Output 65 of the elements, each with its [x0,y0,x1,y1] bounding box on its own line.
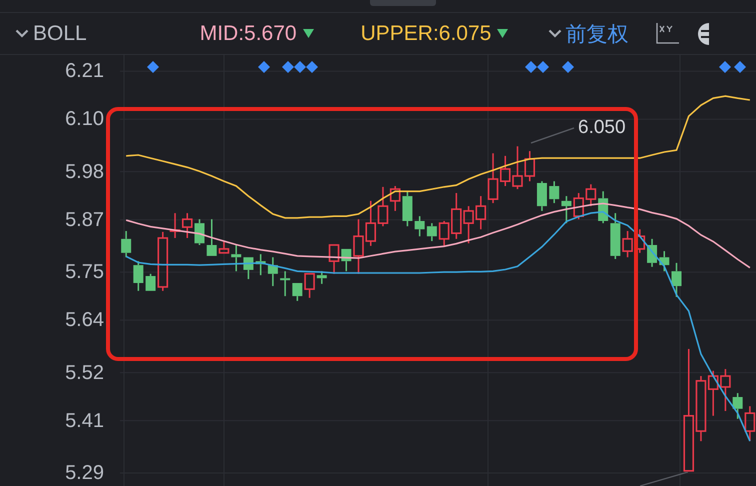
candlestick [414,216,425,236]
candlestick [536,181,547,211]
candlestick [647,238,658,267]
candlestick [732,393,743,419]
candlestick [133,261,144,291]
candlestick [292,282,302,301]
candlestick [328,244,340,274]
leader-line [530,127,574,144]
candlestick [304,273,315,298]
triangle-icon[interactable] [302,29,314,38]
candlestick [451,193,462,239]
caret-icon [548,29,562,38]
candlestick [549,181,560,204]
price-annotation: 6.050 [578,117,626,138]
caret-icon [15,29,29,38]
candlestick [280,271,290,296]
candlestick [438,220,450,246]
candlestick [365,200,376,246]
candlestick [268,257,278,286]
candlestick [586,184,596,206]
candlestick [524,151,536,182]
axis-icon[interactable] [654,22,680,46]
event-markers-drawing[interactable] [147,61,746,73]
candlestick [561,196,572,224]
candlestick [182,213,193,238]
candlestick [672,262,682,297]
tab-strip [370,0,436,6]
candlestick [610,213,620,259]
candlestick [598,191,608,224]
axis-label: 5.29 [65,463,104,483]
candlestick [353,219,364,274]
candlestick [720,369,731,411]
candlestick [194,219,204,245]
axis-label: 5.41 [65,410,104,431]
triangle-icon[interactable] [497,29,508,38]
leader-line [640,472,688,486]
candlestick [218,241,230,254]
axis-label: 5.64 [65,310,104,330]
candlestick [316,271,327,284]
candlestick [622,231,633,258]
indicator-value: MID:5.670 [200,22,297,46]
candlestick [146,274,156,292]
indicator-value: UPPER:6.075 [360,22,492,46]
axis-label: 6.10 [65,109,104,130]
adjustment-dropdown[interactable]: 前复权 [548,20,628,48]
axis-label: 5.87 [65,210,104,230]
candlestick [512,146,523,190]
axis-label: 5.98 [65,162,104,182]
menu-icon[interactable] [697,22,710,46]
candlestick [573,193,584,220]
candlestick [206,219,217,257]
candlestick [463,206,474,244]
candlestick [426,223,437,242]
candlestick [256,254,266,276]
candlestick [402,191,412,226]
candlestick [243,256,254,280]
indicator-dropdown[interactable]: BOLL [15,22,87,46]
candlestick [341,248,352,272]
candlestick [121,231,132,258]
axis-label: 5.75 [65,262,104,282]
candlestick [744,406,756,442]
axis-label: 5.52 [65,362,104,383]
axis-label: 6.21 [65,61,104,82]
candlestick [231,245,242,272]
candlestick [659,251,670,272]
